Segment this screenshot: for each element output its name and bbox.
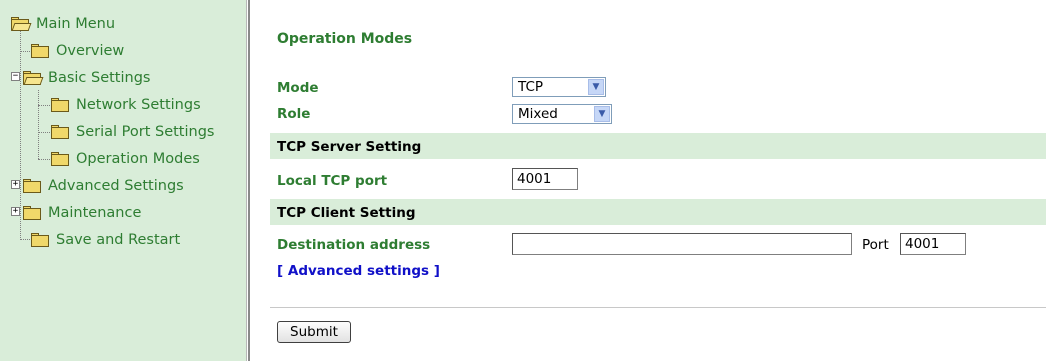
sidebar-menu: Main Menu Overview − Basic Settings Netw… — [0, 0, 246, 361]
folder-icon — [50, 152, 70, 166]
sidebar-item-label: Operation Modes — [76, 151, 200, 167]
expand-icon[interactable]: + — [11, 207, 20, 216]
mode-select-value: TCP — [518, 79, 544, 95]
frame-divider[interactable] — [246, 0, 250, 361]
role-select[interactable]: Mixed ▼ — [512, 104, 612, 124]
local-tcp-port-input[interactable]: 4001 — [512, 168, 578, 190]
sidebar-item-label: Overview — [56, 43, 125, 59]
tcp-server-section-header: TCP Server Setting — [270, 133, 1046, 159]
mode-select[interactable]: TCP ▼ — [512, 77, 606, 97]
folder-icon — [50, 98, 70, 112]
submit-button[interactable]: Submit — [277, 321, 351, 343]
sidebar-item-label: Main Menu — [36, 16, 116, 32]
folder-icon — [50, 125, 70, 139]
sidebar-item-serial-port-settings[interactable]: Serial Port Settings — [50, 120, 214, 144]
folder-open-icon — [10, 17, 32, 31]
destination-address-label: Destination address — [277, 237, 431, 253]
page-title: Operation Modes — [277, 31, 413, 47]
sidebar-item-label: Basic Settings — [48, 70, 151, 86]
sidebar-item-overview[interactable]: Overview — [30, 39, 124, 63]
port-input[interactable]: 4001 — [900, 233, 966, 255]
tree-line — [20, 30, 21, 240]
chevron-down-icon[interactable]: ▼ — [594, 106, 610, 122]
folder-icon — [30, 233, 50, 247]
sidebar-item-operation-modes[interactable]: Operation Modes — [50, 147, 200, 171]
sidebar-item-label: Save and Restart — [56, 232, 181, 248]
folder-icon — [22, 179, 42, 193]
tree-line — [38, 105, 50, 106]
sidebar-item-main-menu[interactable]: Main Menu — [10, 12, 115, 36]
local-tcp-port-label: Local TCP port — [277, 173, 388, 189]
sidebar-item-label: Advanced Settings — [48, 178, 184, 194]
sidebar-item-save-and-restart[interactable]: Save and Restart — [30, 228, 180, 252]
expand-icon[interactable]: + — [11, 180, 20, 189]
port-label: Port — [862, 237, 889, 253]
sidebar-item-label: Maintenance — [48, 205, 142, 221]
sidebar-item-basic-settings[interactable]: Basic Settings — [22, 66, 150, 90]
folder-open-icon — [22, 71, 44, 85]
tree-line — [38, 132, 50, 133]
sidebar-item-label: Serial Port Settings — [76, 124, 215, 140]
sidebar-item-network-settings[interactable]: Network Settings — [50, 93, 201, 117]
chevron-down-icon[interactable]: ▼ — [588, 79, 604, 95]
tcp-client-section-header: TCP Client Setting — [270, 199, 1046, 225]
sidebar-item-maintenance[interactable]: Maintenance — [22, 201, 141, 225]
mode-label: Mode — [277, 80, 319, 96]
folder-icon — [30, 44, 50, 58]
tree-line — [38, 159, 50, 160]
role-label: Role — [277, 106, 311, 122]
role-select-value: Mixed — [518, 106, 558, 122]
destination-address-input[interactable] — [512, 233, 852, 255]
sidebar-item-advanced-settings[interactable]: Advanced Settings — [22, 174, 184, 198]
collapse-icon[interactable]: − — [11, 72, 20, 81]
section-title: TCP Server Setting — [277, 139, 422, 155]
tree-line — [38, 90, 39, 159]
section-title: TCP Client Setting — [277, 205, 416, 221]
folder-icon — [22, 206, 42, 220]
divider — [270, 307, 1046, 308]
sidebar-item-label: Network Settings — [76, 97, 201, 113]
advanced-settings-link[interactable]: [ Advanced settings ] — [277, 263, 440, 279]
